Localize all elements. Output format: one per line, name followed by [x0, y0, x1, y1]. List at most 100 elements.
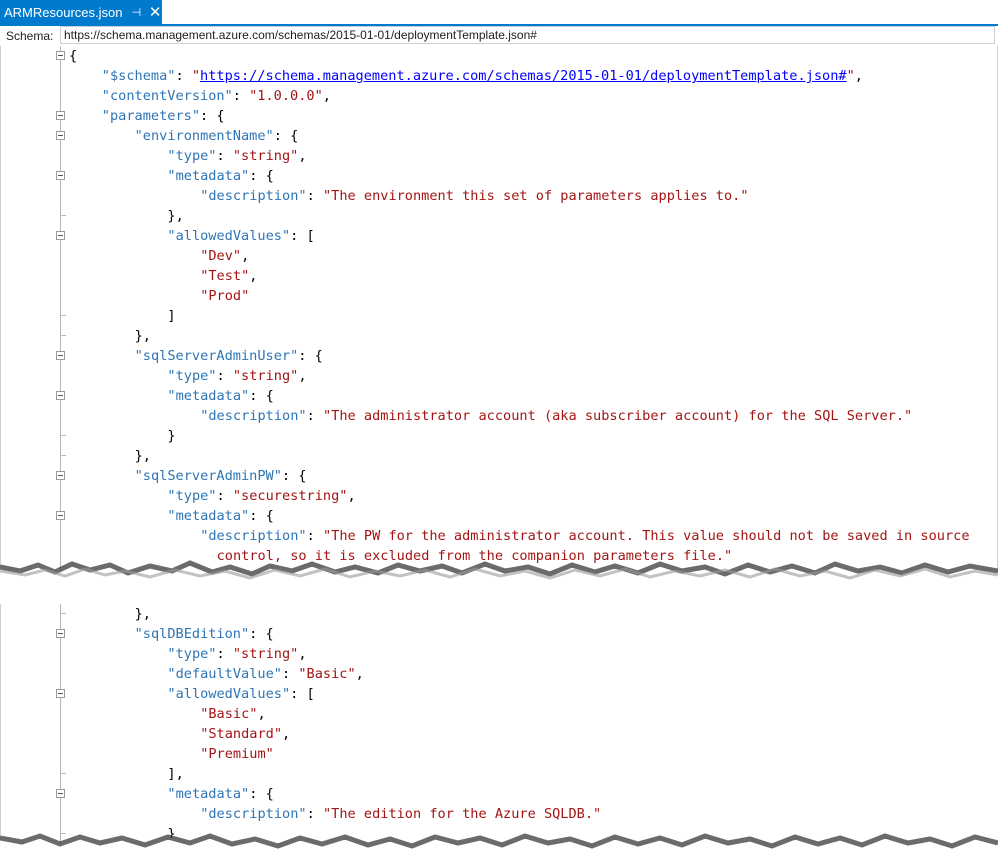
code-text: "sqlServerAdminUser": {	[135, 346, 323, 366]
collapse-toggle-icon[interactable]	[56, 351, 65, 360]
json-key: "description"	[200, 408, 307, 424]
json-key: "metadata"	[167, 508, 250, 524]
code-line[interactable]: "environmentName": {	[1, 126, 997, 146]
schema-url-field[interactable]: https://schema.management.azure.com/sche…	[60, 26, 995, 44]
json-punctuation: :	[306, 408, 323, 424]
torn-edge-divider	[0, 560, 998, 595]
collapse-toggle-icon[interactable]	[56, 629, 65, 638]
json-punctuation: ,	[257, 706, 266, 722]
json-key: "environmentName"	[134, 128, 274, 144]
json-punctuation: : {	[249, 508, 274, 524]
collapse-toggle-icon[interactable]	[56, 171, 65, 180]
json-punctuation: :	[216, 646, 233, 662]
schema-bar: Schema: https://schema.management.azure.…	[0, 26, 998, 46]
json-key: "type"	[167, 646, 217, 662]
collapse-toggle-icon[interactable]	[56, 789, 65, 798]
tab-armresources-json[interactable]: ARMResources.json ⊣ ✕	[0, 0, 162, 24]
code-line[interactable]: "type": "string",	[1, 644, 998, 664]
json-key: "metadata"	[167, 168, 250, 184]
code-text: "allowedValues": [	[167, 684, 314, 704]
collapse-toggle-icon[interactable]	[56, 471, 65, 480]
json-punctuation: ,	[249, 268, 258, 284]
code-line[interactable]: "Standard",	[1, 724, 998, 744]
code-line[interactable]: "type": "string",	[1, 366, 997, 386]
code-editor-lower[interactable]: }, "sqlDBEdition": {"type": "string", "def…	[0, 604, 998, 854]
code-line[interactable]: "description": "The environment this set…	[1, 186, 997, 206]
json-string: "The administrator account (aka subscrib…	[322, 408, 913, 424]
code-text: }	[167, 426, 175, 446]
code-line[interactable]: "Prod"	[1, 286, 997, 306]
json-punctuation: },	[167, 208, 184, 224]
collapse-toggle-icon[interactable]	[56, 689, 65, 698]
code-text: "contentVersion": "1.0.0.0",	[102, 86, 331, 106]
collapse-toggle-icon[interactable]	[56, 511, 65, 520]
code-text: "Dev",	[200, 246, 249, 266]
json-punctuation: : {	[249, 626, 274, 642]
json-string: "Dev"	[200, 248, 242, 264]
code-line[interactable]: "type": "string",	[1, 146, 997, 166]
schema-link[interactable]: https://schema.management.azure.com/sche…	[200, 68, 847, 84]
code-text: "description": "The PW for the administr…	[200, 526, 969, 546]
collapse-toggle-icon[interactable]	[56, 131, 65, 140]
torn-edge-bottom	[0, 833, 998, 865]
fold-end-marker	[60, 604, 66, 614]
code-line[interactable]: "parameters": {	[1, 106, 997, 126]
json-punctuation: :	[216, 488, 233, 504]
code-text: "sqlDBEdition": {	[135, 624, 274, 644]
code-line[interactable]: },	[1, 326, 997, 346]
code-line[interactable]: "Test",	[1, 266, 997, 286]
json-key: "sqlServerAdminPW"	[134, 468, 282, 484]
code-line[interactable]: "sqlServerAdminUser": {	[1, 346, 997, 366]
code-line[interactable]: "allowedValues": [	[1, 226, 997, 246]
code-text: "description": "The environment this set…	[200, 186, 748, 206]
code-line[interactable]: },	[1, 446, 997, 466]
json-punctuation: :	[175, 68, 192, 84]
code-line[interactable]: "Premium"	[1, 744, 998, 764]
code-line[interactable]: "sqlServerAdminPW": {	[1, 466, 997, 486]
code-line[interactable]: }	[1, 426, 997, 446]
document-tab-strip: ARMResources.json ⊣ ✕	[0, 0, 998, 26]
code-text: },	[167, 206, 183, 226]
json-punctuation: :	[216, 148, 233, 164]
code-line[interactable]: "$schema": "https://schema.management.az…	[1, 66, 997, 86]
json-punctuation: : {	[249, 388, 274, 404]
json-punctuation: ,	[355, 666, 364, 682]
pin-icon[interactable]: ⊣	[130, 4, 144, 20]
code-line[interactable]: "description": "The PW for the administr…	[1, 526, 997, 546]
json-key: "metadata"	[167, 786, 250, 802]
close-icon[interactable]: ✕	[148, 4, 162, 21]
json-punctuation: },	[134, 606, 151, 622]
code-line[interactable]: ]	[1, 306, 997, 326]
tab-title: ARMResources.json	[4, 4, 123, 20]
code-line[interactable]: "metadata": {	[1, 166, 997, 186]
code-text: },	[135, 446, 151, 466]
code-text: "metadata": {	[167, 506, 273, 526]
code-line[interactable]: "metadata": {	[1, 784, 998, 804]
code-line[interactable]: "metadata": {	[1, 506, 997, 526]
code-line[interactable]: "metadata": {	[1, 386, 997, 406]
code-line[interactable]: "allowedValues": [	[1, 684, 998, 704]
collapse-toggle-icon[interactable]	[56, 391, 65, 400]
collapse-toggle-icon[interactable]	[56, 231, 65, 240]
json-punctuation: :	[281, 666, 299, 682]
json-key: "description"	[200, 528, 307, 544]
code-line[interactable]: "description": "The administrator accoun…	[1, 406, 997, 426]
collapse-toggle-icon[interactable]	[56, 111, 65, 120]
code-line[interactable]: },	[1, 206, 997, 226]
code-line[interactable]: "sqlDBEdition": {	[1, 624, 998, 644]
code-editor-upper[interactable]: {"$schema": "https://schema.management.a…	[0, 46, 998, 581]
code-line[interactable]: "contentVersion": "1.0.0.0",	[1, 86, 997, 106]
code-text: "Premium"	[200, 744, 274, 764]
code-line[interactable]: "Dev",	[1, 246, 997, 266]
json-key: "contentVersion"	[101, 88, 233, 104]
code-line[interactable]: ],	[1, 764, 998, 784]
code-line[interactable]: "defaultValue": "Basic",	[1, 664, 998, 684]
code-line[interactable]: {	[1, 46, 997, 66]
json-punctuation: ,	[298, 646, 307, 662]
code-line[interactable]: "type": "securestring",	[1, 486, 997, 506]
json-string: "Basic"	[298, 666, 356, 682]
code-line[interactable]: },	[1, 604, 998, 624]
json-key: "parameters"	[101, 108, 201, 124]
collapse-toggle-icon[interactable]	[56, 51, 65, 60]
code-line[interactable]: "Basic",	[1, 704, 998, 724]
